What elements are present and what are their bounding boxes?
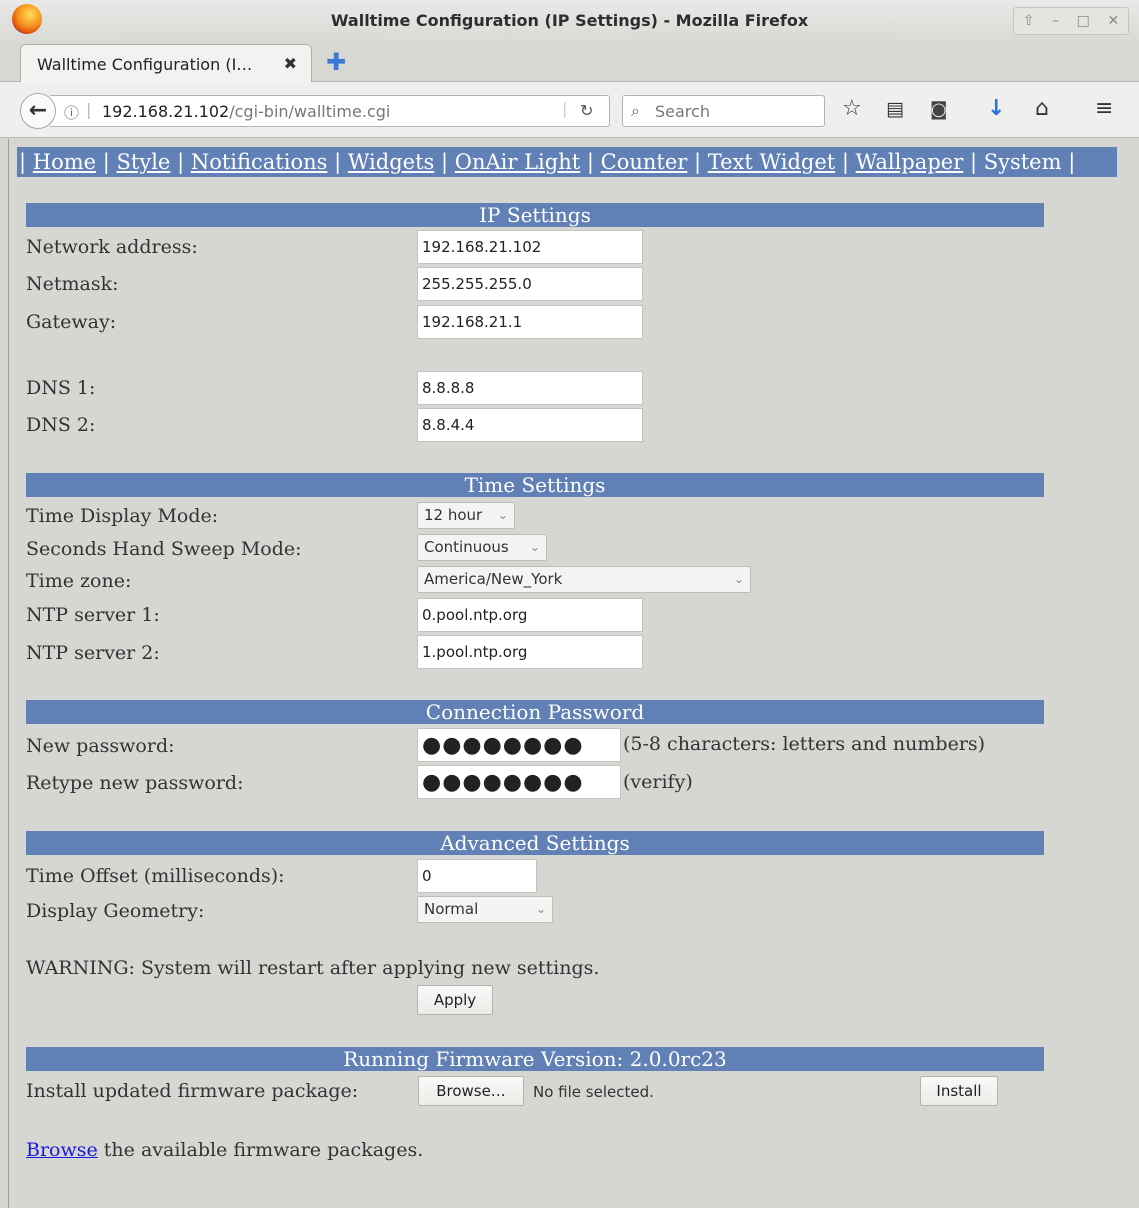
window-controls: ⇧ – □ ✕ bbox=[1013, 7, 1129, 35]
time-display-mode-select[interactable]: 12 hour ⌄ bbox=[417, 502, 515, 529]
window-title: Walltime Configuration (IP Settings) - M… bbox=[330, 11, 809, 30]
url-path: /cgi-bin/walltime.cgi bbox=[229, 102, 391, 121]
new-password-input[interactable] bbox=[417, 728, 621, 762]
browse-file-button[interactable]: Browse… bbox=[418, 1076, 524, 1106]
nav-link-widgets[interactable]: Widgets bbox=[348, 150, 434, 174]
menu-icon[interactable]: ≡ bbox=[1095, 96, 1113, 121]
chevron-down-icon: ⌄ bbox=[529, 540, 540, 554]
restart-warning: WARNING: System will restart after apply… bbox=[26, 957, 600, 979]
navigation-toolbar: ⓘ | 192.168.21.102/cgi-bin/walltime.cgi … bbox=[0, 82, 1139, 138]
time-offset-label: Time Offset (milliseconds): bbox=[26, 865, 285, 887]
nav-link-system[interactable]: System bbox=[984, 150, 1062, 174]
time-zone-label: Time zone: bbox=[26, 570, 132, 592]
site-info-icon[interactable]: ⓘ bbox=[64, 102, 79, 123]
network-address-input[interactable] bbox=[417, 230, 643, 264]
password-header: Connection Password bbox=[26, 700, 1044, 724]
time-offset-input[interactable] bbox=[417, 859, 537, 893]
advanced-settings-header: Advanced Settings bbox=[26, 831, 1044, 855]
url-text: 192.168.21.102/cgi-bin/walltime.cgi bbox=[102, 102, 390, 121]
gateway-input[interactable] bbox=[417, 305, 643, 339]
window-minimize-icon[interactable]: – bbox=[1052, 13, 1059, 29]
nav-link-notifications[interactable]: Notifications bbox=[191, 150, 328, 174]
url-separator: | bbox=[86, 100, 92, 119]
browse-firmware-suffix: the available firmware packages. bbox=[97, 1139, 424, 1161]
network-address-label: Network address: bbox=[26, 236, 198, 258]
home-icon[interactable]: ⌂ bbox=[1035, 96, 1049, 121]
title-bar: Walltime Configuration (IP Settings) - M… bbox=[0, 0, 1139, 42]
sweep-mode-select[interactable]: Continuous ⌄ bbox=[417, 534, 547, 561]
pocket-icon[interactable]: ◙ bbox=[930, 99, 947, 120]
search-icon: ⌕ bbox=[631, 101, 640, 120]
firmware-version-header: Running Firmware Version: 2.0.0rc23 bbox=[26, 1047, 1044, 1071]
install-firmware-label: Install updated firmware package: bbox=[26, 1080, 359, 1102]
tab-close-icon[interactable]: ✖ bbox=[284, 54, 297, 73]
display-geometry-label: Display Geometry: bbox=[26, 900, 205, 922]
display-geometry-value: Normal bbox=[424, 900, 479, 918]
ip-settings-header: IP Settings bbox=[26, 203, 1044, 227]
chevron-down-icon: ⌄ bbox=[733, 572, 744, 586]
chevron-down-icon: ⌄ bbox=[497, 508, 508, 522]
top-navigation: | Home | Style | Notifications | Widgets… bbox=[17, 147, 1117, 177]
nav-link-wallpaper[interactable]: Wallpaper bbox=[856, 150, 964, 174]
window-maximize-icon[interactable]: □ bbox=[1077, 13, 1090, 29]
sweep-mode-label: Seconds Hand Sweep Mode: bbox=[26, 538, 302, 560]
nav-link-home[interactable]: Home bbox=[33, 150, 96, 174]
dns2-input[interactable] bbox=[417, 408, 643, 442]
gateway-label: Gateway: bbox=[26, 311, 117, 333]
ntp1-label: NTP server 1: bbox=[26, 604, 160, 626]
new-tab-icon[interactable]: ✚ bbox=[326, 48, 346, 76]
retype-password-label: Retype new password: bbox=[26, 772, 244, 794]
search-input[interactable] bbox=[653, 100, 813, 122]
ntp2-label: NTP server 2: bbox=[26, 642, 160, 664]
firefox-window: Walltime Configuration (IP Settings) - M… bbox=[0, 0, 1139, 1208]
ntp1-input[interactable] bbox=[417, 598, 643, 632]
reload-icon[interactable]: ↻ bbox=[580, 101, 593, 120]
dns2-label: DNS 2: bbox=[26, 414, 96, 436]
reading-list-icon[interactable]: ▤ bbox=[886, 98, 904, 120]
back-arrow-icon: ← bbox=[28, 98, 48, 123]
apply-button[interactable]: Apply bbox=[417, 985, 493, 1015]
time-display-mode-value: 12 hour bbox=[424, 506, 483, 524]
time-zone-select[interactable]: America/New_York ⌄ bbox=[417, 566, 751, 593]
nav-link-onair-light[interactable]: OnAir Light bbox=[455, 150, 580, 174]
nav-link-counter[interactable]: Counter bbox=[601, 150, 688, 174]
dns1-input[interactable] bbox=[417, 371, 643, 405]
tab-label: Walltime Configuration (I… bbox=[37, 55, 253, 74]
new-password-label: New password: bbox=[26, 735, 175, 757]
dns1-label: DNS 1: bbox=[26, 377, 96, 399]
ntp2-input[interactable] bbox=[417, 635, 643, 669]
star-icon[interactable]: ☆ bbox=[842, 96, 862, 121]
nav-link-text-widget[interactable]: Text Widget bbox=[708, 150, 835, 174]
page-content: | Home | Style | Notifications | Widgets… bbox=[8, 139, 1139, 1208]
nav-link-style[interactable]: Style bbox=[117, 150, 171, 174]
sweep-mode-value: Continuous bbox=[424, 538, 509, 556]
search-bar[interactable]: ⌕ bbox=[622, 95, 825, 127]
no-file-selected-text: No file selected. bbox=[533, 1083, 654, 1101]
new-password-hint: (5-8 characters: letters and numbers) bbox=[623, 733, 986, 755]
retype-password-hint: (verify) bbox=[623, 771, 693, 793]
download-icon[interactable]: ↓ bbox=[987, 96, 1005, 121]
netmask-input[interactable] bbox=[417, 267, 643, 301]
display-geometry-select[interactable]: Normal ⌄ bbox=[417, 896, 553, 923]
url-divider: | bbox=[562, 99, 568, 118]
tab-strip: Walltime Configuration (I… ✖ ✚ bbox=[0, 42, 1139, 83]
time-zone-value: America/New_York bbox=[424, 570, 563, 588]
retype-password-input[interactable] bbox=[417, 765, 621, 799]
install-button[interactable]: Install bbox=[920, 1076, 998, 1106]
netmask-label: Netmask: bbox=[26, 273, 119, 295]
window-close-icon[interactable]: ✕ bbox=[1107, 13, 1119, 29]
time-settings-header: Time Settings bbox=[26, 473, 1044, 497]
time-display-mode-label: Time Display Mode: bbox=[26, 505, 219, 527]
url-bar[interactable]: ⓘ | 192.168.21.102/cgi-bin/walltime.cgi … bbox=[50, 95, 610, 127]
chevron-down-icon: ⌄ bbox=[535, 902, 546, 916]
tab-walltime[interactable]: Walltime Configuration (I… ✖ bbox=[20, 44, 312, 83]
back-button[interactable]: ← bbox=[20, 93, 56, 129]
browse-firmware-link[interactable]: Browse bbox=[26, 1139, 98, 1161]
url-host: 192.168.21.102 bbox=[102, 102, 230, 121]
window-raise-icon[interactable]: ⇧ bbox=[1023, 13, 1035, 29]
browse-firmware-text: Browse the available firmware packages. bbox=[26, 1139, 423, 1161]
